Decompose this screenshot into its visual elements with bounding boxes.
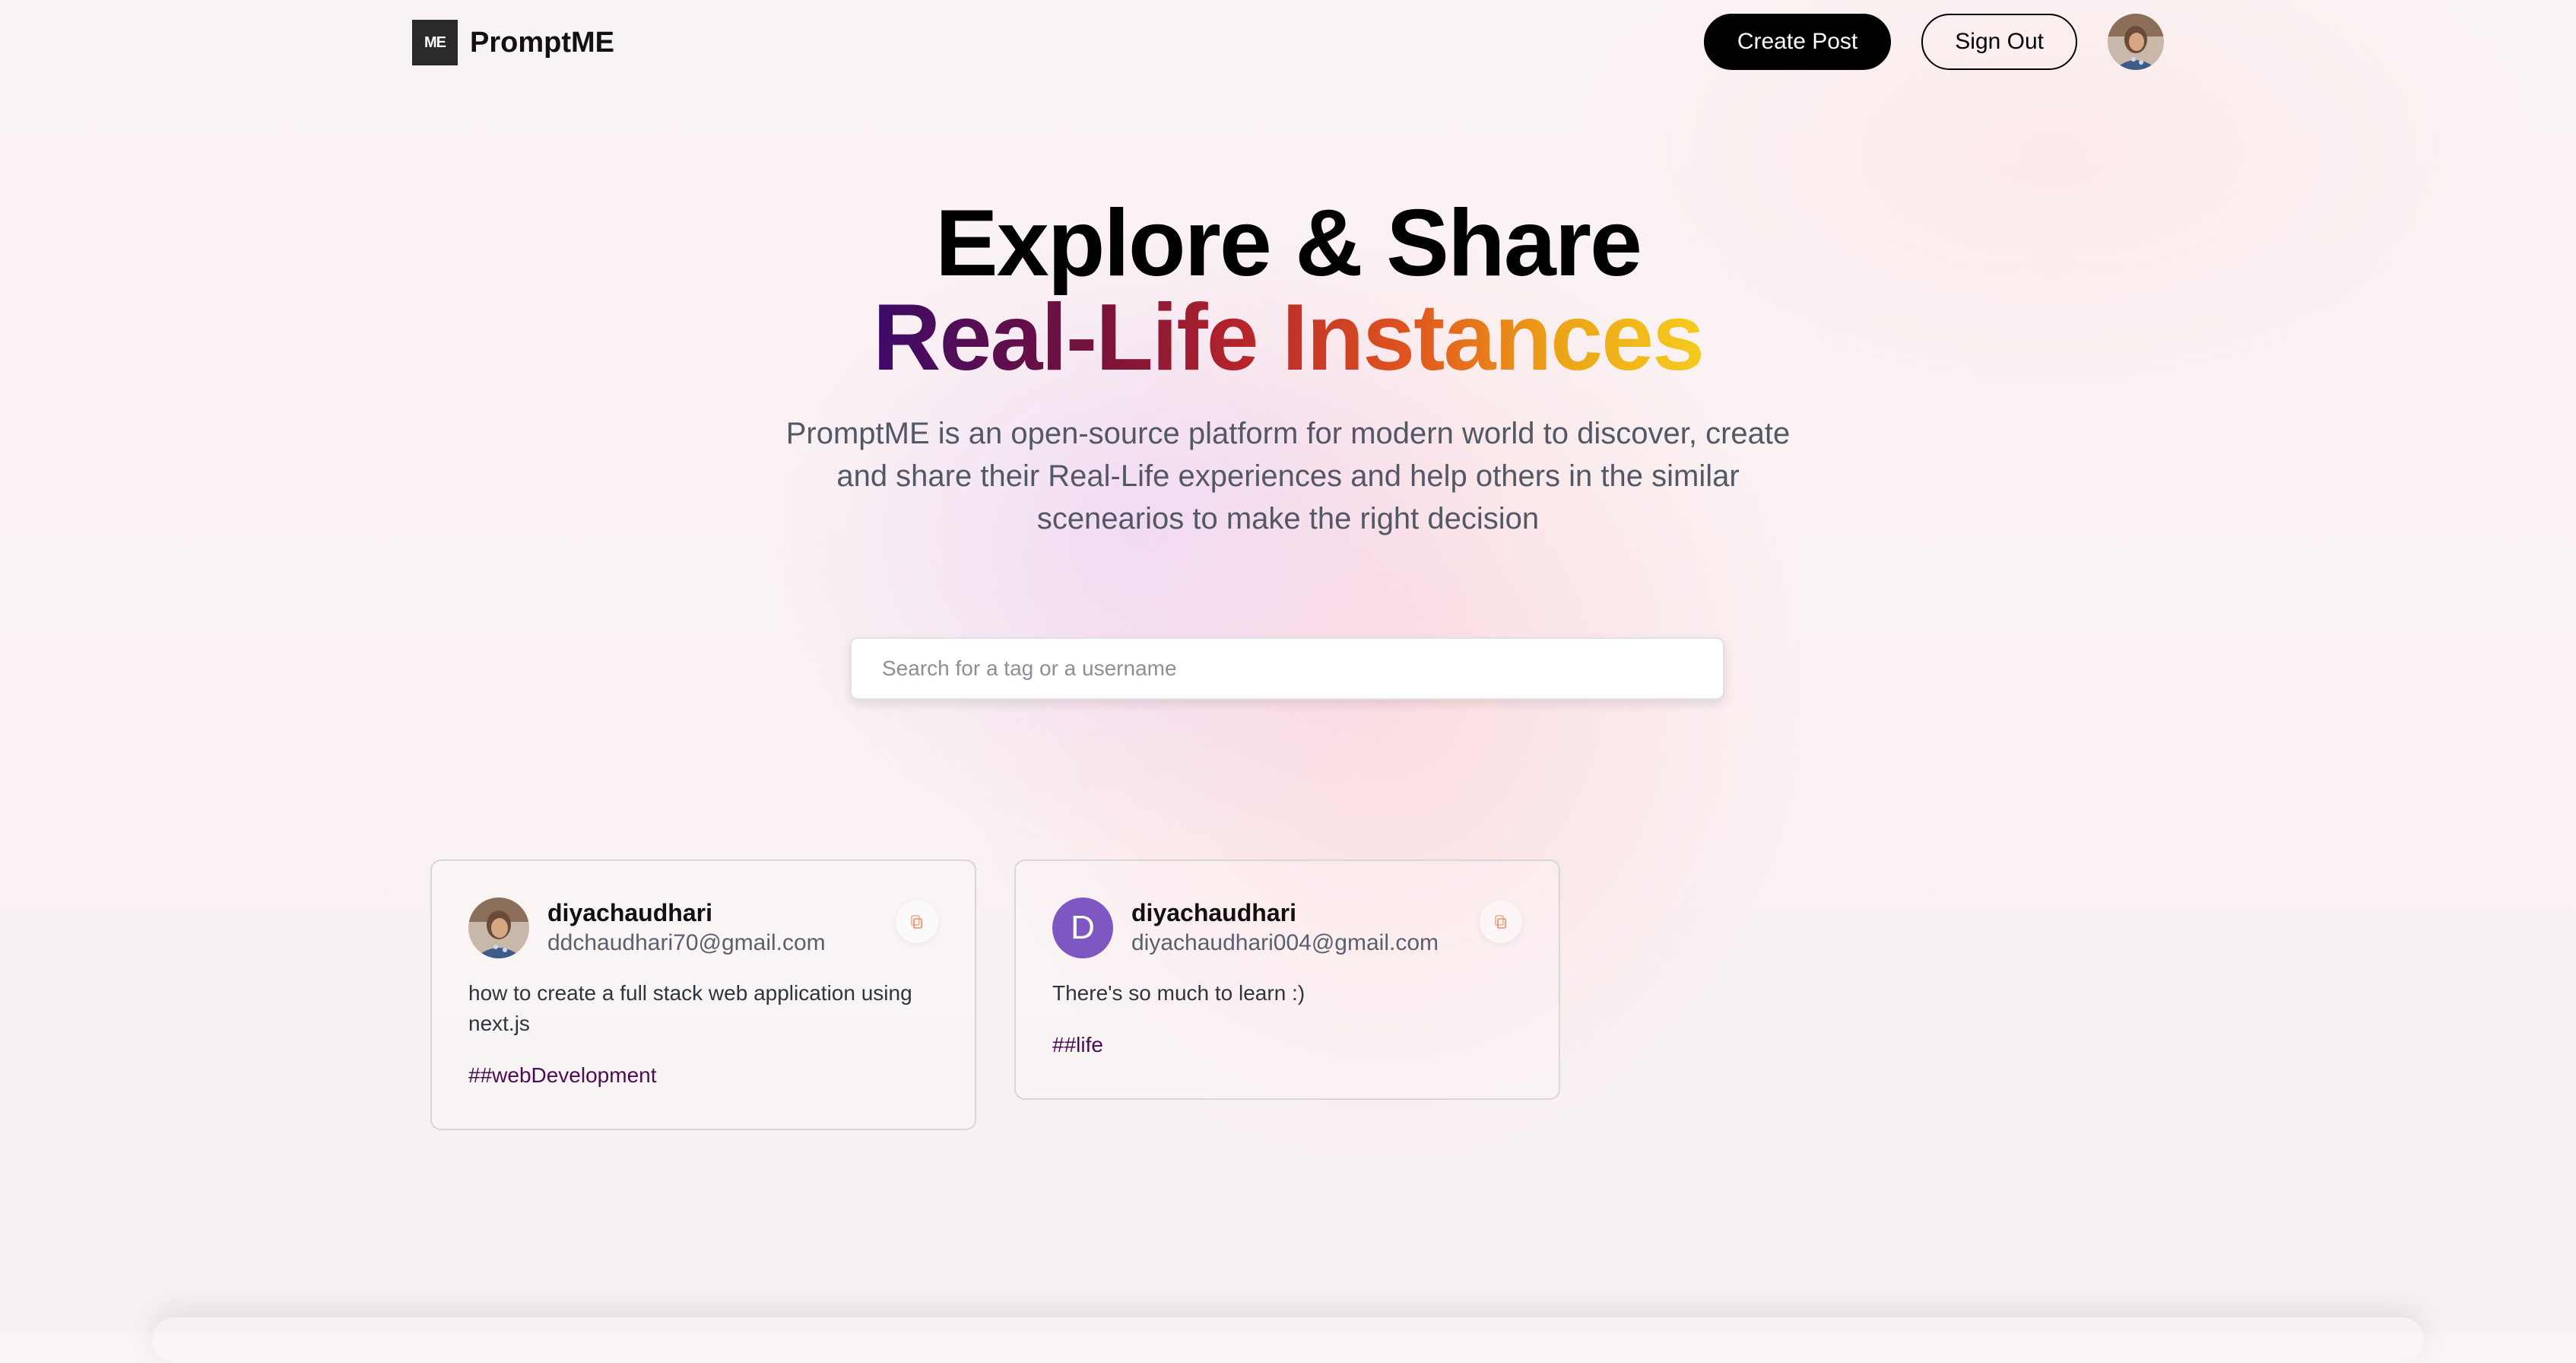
hero-description: PromptME is an open-source platform for … <box>785 417 1791 535</box>
copy-icon <box>911 915 922 929</box>
copy-button[interactable] <box>1480 901 1522 943</box>
username[interactable]: diyachaudhari <box>547 898 826 928</box>
footer-shadow <box>152 1317 2424 1363</box>
hero-title-line1: Explore & Share <box>935 191 1642 296</box>
top-navbar: ME PromptME Create Post Sign Out <box>412 0 2164 85</box>
search-box <box>850 637 1724 700</box>
user-email: ddchaudhari70@gmail.com <box>547 930 826 955</box>
prompt-card[interactable]: diyachaudhari ddchaudhari70@gmail.com ho… <box>430 859 976 1130</box>
brand-logo-link[interactable]: ME PromptME <box>412 20 614 65</box>
hero-section: Explore & Share Real-Life Instances Prom… <box>0 196 2576 540</box>
card-header: diyachaudhari ddchaudhari70@gmail.com <box>468 898 938 958</box>
prompt-card[interactable]: D diyachaudhari diyachaudhari004@gmail.c… <box>1014 859 1560 1100</box>
create-post-button[interactable]: Create Post <box>1703 14 1892 70</box>
hero-title: Explore & Share Real-Life Instances <box>0 196 2576 385</box>
user-info: diyachaudhari diyachaudhari004@gmail.com <box>1131 898 1439 958</box>
user-info: diyachaudhari ddchaudhari70@gmail.com <box>547 898 826 958</box>
prompt-text: There's so much to learn :) <box>1052 981 1305 1005</box>
sign-out-button[interactable]: Sign Out <box>1921 14 2077 70</box>
username[interactable]: diyachaudhari <box>1131 898 1439 928</box>
prompt-tag[interactable]: ##webDevelopment <box>468 1060 938 1091</box>
logo-icon: ME <box>412 20 458 65</box>
nav-actions: Create Post Sign Out <box>1703 14 2164 70</box>
user-avatar-letter[interactable]: D <box>1052 898 1113 958</box>
hero-title-gradient: Real-Life Instances <box>872 285 1705 390</box>
user-email: diyachaudhari004@gmail.com <box>1131 930 1439 955</box>
prompt-text: how to create a full stack web applicati… <box>468 981 912 1035</box>
user-photo-icon <box>468 898 529 958</box>
card-header: D diyachaudhari diyachaudhari004@gmail.c… <box>1052 898 1522 958</box>
user-avatar[interactable] <box>468 898 529 958</box>
search-input[interactable] <box>852 639 1723 698</box>
profile-photo-icon <box>2108 14 2164 70</box>
copy-button[interactable] <box>896 901 938 943</box>
copy-icon <box>1495 915 1506 929</box>
profile-avatar[interactable] <box>2108 14 2164 70</box>
brand-name: PromptME <box>470 26 614 59</box>
prompt-tag[interactable]: ##life <box>1052 1030 1522 1060</box>
